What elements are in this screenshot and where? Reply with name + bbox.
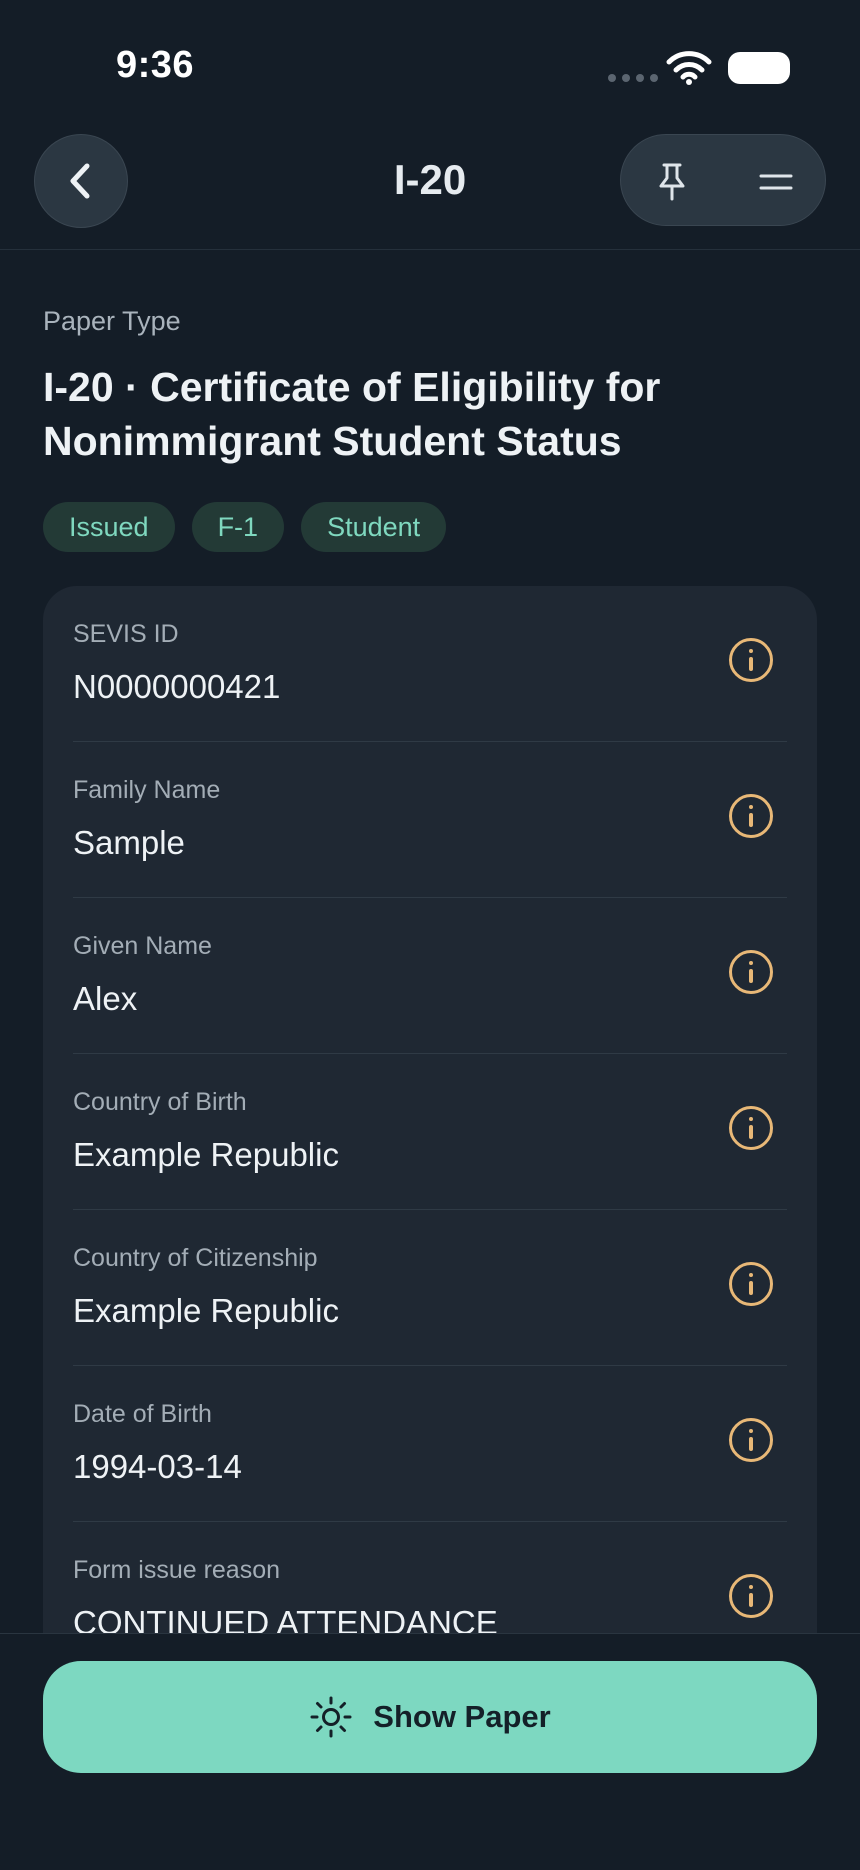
info-icon[interactable]: [729, 1106, 773, 1150]
field-label: Form issue reason: [73, 1556, 281, 1584]
field-value: Example Republic: [73, 1136, 339, 1173]
pin-button[interactable]: [645, 155, 699, 209]
info-icon[interactable]: [729, 1574, 773, 1618]
screen: 9:36 I-20 Paper Type I-20 · Certificate …: [0, 0, 860, 1870]
pin-icon: [659, 163, 685, 201]
info-icon[interactable]: [729, 638, 773, 682]
nav-bar: I-20: [0, 130, 860, 250]
status-bar: 9:36: [0, 0, 860, 130]
field-row-sevis-id: SEVIS ID N0000000421: [73, 586, 787, 742]
sun-icon: [310, 1696, 352, 1738]
cellular-signal-icon: [608, 74, 658, 82]
wifi-icon: [666, 51, 712, 85]
field-label: Country of Citizenship: [73, 1244, 318, 1272]
field-row-given-name: Given Name Alex: [73, 898, 787, 1054]
field-row-country-of-birth: Country of Birth Example Republic: [73, 1054, 787, 1210]
field-label: Given Name: [73, 932, 212, 960]
battery-icon: [728, 52, 790, 84]
field-row-date-of-birth: Date of Birth 1994-03-14: [73, 1366, 787, 1522]
details-card: SEVIS ID N0000000421 Family Name Sample …: [43, 586, 817, 1746]
info-icon[interactable]: [729, 1418, 773, 1462]
field-row-country-of-citizenship: Country of Citizenship Example Republic: [73, 1210, 787, 1366]
tag-list: Issued F-1 Student: [43, 502, 447, 552]
field-value: Sample: [73, 824, 185, 861]
field-row-family-name: Family Name Sample: [73, 742, 787, 898]
field-label: Date of Birth: [73, 1400, 212, 1428]
tag-student: Student: [301, 502, 447, 552]
info-icon[interactable]: [729, 950, 773, 994]
show-paper-button[interactable]: Show Paper: [43, 1661, 817, 1773]
tag-issued: Issued: [43, 502, 175, 552]
info-icon[interactable]: [729, 794, 773, 838]
nav-actions: [620, 134, 826, 226]
status-time: 9:36: [116, 44, 195, 86]
bottom-action-bar: Show Paper: [0, 1633, 860, 1870]
field-value: N0000000421: [73, 668, 281, 705]
info-icon[interactable]: [729, 1262, 773, 1306]
menu-button[interactable]: [749, 155, 803, 209]
field-label: Family Name: [73, 776, 221, 804]
field-value: Alex: [73, 980, 138, 1017]
field-value: 1994-03-14: [73, 1448, 242, 1485]
field-label: SEVIS ID: [73, 620, 179, 648]
field-value: Example Republic: [73, 1292, 339, 1329]
paper-title: I-20 · Certificate of Eligibility for No…: [43, 364, 661, 464]
show-paper-label: Show Paper: [373, 1699, 551, 1734]
tag-f1: F-1: [191, 502, 285, 552]
menu-icon: [759, 174, 793, 190]
paper-type-label: Paper Type: [43, 306, 181, 336]
field-label: Country of Birth: [73, 1088, 247, 1116]
